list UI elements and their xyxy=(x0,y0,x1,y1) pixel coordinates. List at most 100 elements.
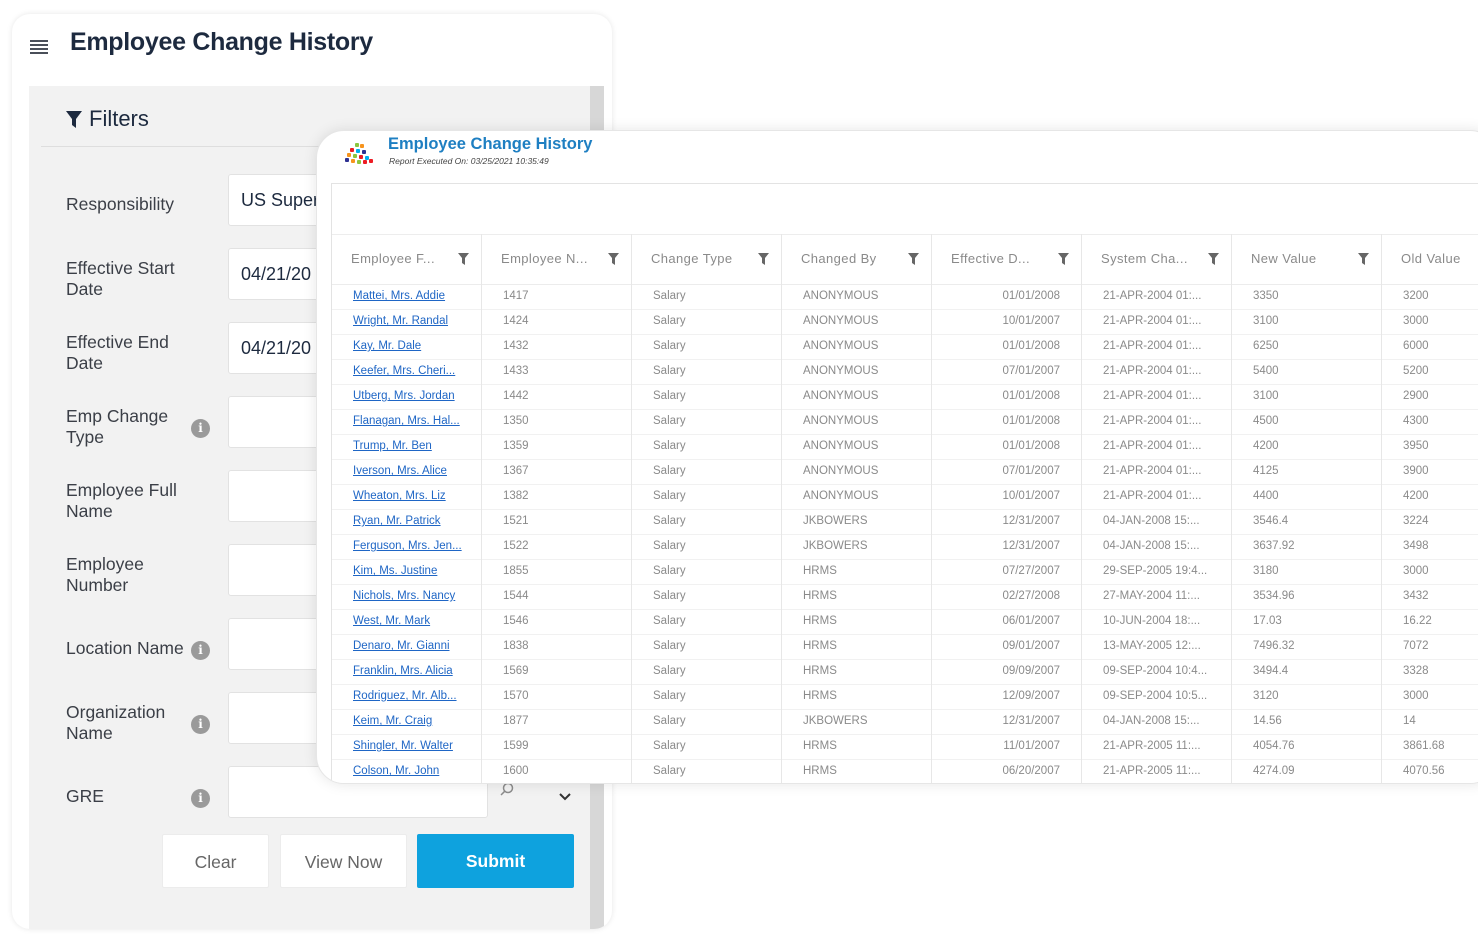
cell-employee-full-name[interactable]: West, Mr. Mark xyxy=(332,609,482,634)
chevron-down-icon[interactable] xyxy=(558,792,572,802)
app-logo-icon xyxy=(345,141,379,165)
hamburger-menu-icon[interactable] xyxy=(30,40,48,54)
cell-employee-full-name[interactable]: Wheaton, Mrs. Liz xyxy=(332,484,482,509)
info-icon[interactable]: i xyxy=(191,419,210,438)
cell-system-change-date: 21-APR-2004 01:... xyxy=(1082,484,1232,509)
info-icon[interactable]: i xyxy=(191,715,210,734)
cell-employee-number: 1442 xyxy=(482,384,632,409)
cell-new-value: 3180 xyxy=(1232,559,1382,584)
cell-effective-date: 12/09/2007 xyxy=(932,684,1082,709)
info-icon[interactable]: i xyxy=(191,641,210,660)
cell-employee-full-name[interactable]: Trump, Mr. Ben xyxy=(332,434,482,459)
cell-change-type: Salary xyxy=(632,284,782,309)
cell-old-value: 3224 xyxy=(1382,509,1478,534)
cell-employee-full-name[interactable]: Colson, Mr. John xyxy=(332,759,482,783)
cell-new-value: 4274.09 xyxy=(1232,759,1382,783)
cell-new-value: 3637.92 xyxy=(1232,534,1382,559)
cell-employee-full-name[interactable]: Keefer, Mrs. Cheri... xyxy=(332,359,482,384)
column-header-effective-date[interactable]: Effective D... xyxy=(932,234,1082,284)
column-filter-icon[interactable] xyxy=(1358,253,1369,265)
cell-employee-full-name[interactable]: Denaro, Mr. Gianni xyxy=(332,634,482,659)
cell-employee-number: 1599 xyxy=(482,734,632,759)
cell-employee-full-name[interactable]: Ryan, Mr. Patrick xyxy=(332,509,482,534)
cell-employee-full-name[interactable]: Kay, Mr. Dale xyxy=(332,334,482,359)
table-row: Kay, Mr. Dale 1432 Salary ANONYMOUS 01/01/20… xyxy=(332,334,1478,360)
cell-effective-date: 09/09/2007 xyxy=(932,659,1082,684)
cell-system-change-date: 04-JAN-2008 15:... xyxy=(1082,534,1232,559)
cell-system-change-date: 21-APR-2004 01:... xyxy=(1082,409,1232,434)
cell-effective-date: 01/01/2008 xyxy=(932,284,1082,309)
cell-system-change-date: 21-APR-2004 01:... xyxy=(1082,384,1232,409)
column-header-label: Change Type xyxy=(651,251,733,266)
report-grid-container: Employee F... Employee N... Change Type Cha… xyxy=(331,183,1478,783)
cell-new-value: 4400 xyxy=(1232,484,1382,509)
cell-old-value: 3861.68 xyxy=(1382,734,1478,759)
cell-new-value: 4200 xyxy=(1232,434,1382,459)
cell-old-value: 3328 xyxy=(1382,659,1478,684)
column-filter-icon[interactable] xyxy=(758,253,769,265)
cell-new-value: 3546.4 xyxy=(1232,509,1382,534)
clear-button[interactable]: Clear xyxy=(162,834,269,888)
cell-employee-number: 1877 xyxy=(482,709,632,734)
table-row: Shingler, Mr. Walter 1599 Salary HRMS 11/01/… xyxy=(332,734,1478,760)
cell-changed-by: HRMS xyxy=(782,609,932,634)
cell-employee-full-name[interactable]: Flanagan, Mrs. Hal... xyxy=(332,409,482,434)
column-filter-icon[interactable] xyxy=(908,253,919,265)
cell-employee-full-name[interactable]: Ferguson, Mrs. Jen... xyxy=(332,534,482,559)
column-filter-icon[interactable] xyxy=(608,253,619,265)
cell-changed-by: HRMS xyxy=(782,759,932,783)
cell-employee-full-name[interactable]: Iverson, Mrs. Alice xyxy=(332,459,482,484)
table-row: Colson, Mr. John 1600 Salary HRMS 06/20/2007… xyxy=(332,759,1478,783)
cell-old-value: 3200 xyxy=(1382,284,1478,309)
cell-effective-date: 10/01/2007 xyxy=(932,309,1082,334)
column-header-new-value[interactable]: New Value xyxy=(1232,234,1382,284)
cell-effective-date: 06/01/2007 xyxy=(932,609,1082,634)
column-header-change-type[interactable]: Change Type xyxy=(632,234,782,284)
column-header-changed-by[interactable]: Changed By xyxy=(782,234,932,284)
cell-old-value: 6000 xyxy=(1382,334,1478,359)
view-now-button[interactable]: View Now xyxy=(280,834,407,888)
cell-employee-full-name[interactable]: Rodriguez, Mr. Alb... xyxy=(332,684,482,709)
cell-changed-by: ANONYMOUS xyxy=(782,384,932,409)
table-row: West, Mr. Mark 1546 Salary HRMS 06/01/2007 10… xyxy=(332,609,1478,635)
cell-system-change-date: 21-APR-2005 11:... xyxy=(1082,734,1232,759)
cell-employee-full-name[interactable]: Wright, Mr. Randal xyxy=(332,309,482,334)
column-header-old-value[interactable]: Old Value xyxy=(1382,234,1478,284)
cell-system-change-date: 09-SEP-2004 10:5... xyxy=(1082,684,1232,709)
cell-employee-number: 1521 xyxy=(482,509,632,534)
cell-employee-full-name[interactable]: Franklin, Mrs. Alicia xyxy=(332,659,482,684)
cell-system-change-date: 21-APR-2004 01:... xyxy=(1082,359,1232,384)
cell-employee-full-name[interactable]: Kim, Ms. Justine xyxy=(332,559,482,584)
cell-system-change-date: 21-APR-2004 01:... xyxy=(1082,459,1232,484)
cell-old-value: 7072 xyxy=(1382,634,1478,659)
cell-effective-date: 01/01/2008 xyxy=(932,334,1082,359)
column-filter-icon[interactable] xyxy=(1208,253,1219,265)
column-header-employee-number[interactable]: Employee N... xyxy=(482,234,632,284)
cell-employee-number: 1424 xyxy=(482,309,632,334)
cell-new-value: 3120 xyxy=(1232,684,1382,709)
info-icon[interactable]: i xyxy=(191,789,210,808)
cell-changed-by: ANONYMOUS xyxy=(782,434,932,459)
cell-employee-number: 1432 xyxy=(482,334,632,359)
column-filter-icon[interactable] xyxy=(458,253,469,265)
search-icon[interactable] xyxy=(499,782,515,798)
cell-employee-full-name[interactable]: Mattei, Mrs. Addie xyxy=(332,284,482,309)
cell-effective-date: 06/20/2007 xyxy=(932,759,1082,783)
filter-label-location-name: Location Name xyxy=(66,638,184,658)
cell-employee-full-name[interactable]: Shingler, Mr. Walter xyxy=(332,734,482,759)
cell-employee-full-name[interactable]: Utberg, Mrs. Jordan xyxy=(332,384,482,409)
submit-button[interactable]: Submit xyxy=(417,834,574,888)
column-header-system-change-date[interactable]: System Cha... xyxy=(1082,234,1232,284)
cell-change-type: Salary xyxy=(632,434,782,459)
grid-header: Employee F... Employee N... Change Type Cha… xyxy=(332,234,1478,285)
report-title: Employee Change History xyxy=(388,135,593,153)
cell-system-change-date: 21-APR-2004 01:... xyxy=(1082,309,1232,334)
column-filter-icon[interactable] xyxy=(1058,253,1069,265)
cell-change-type: Salary xyxy=(632,609,782,634)
column-header-employee-full-name[interactable]: Employee F... xyxy=(332,234,482,284)
cell-employee-full-name[interactable]: Nichols, Mrs. Nancy xyxy=(332,584,482,609)
cell-effective-date: 12/31/2007 xyxy=(932,534,1082,559)
cell-change-type: Salary xyxy=(632,384,782,409)
cell-employee-full-name[interactable]: Keim, Mr. Craig xyxy=(332,709,482,734)
table-row: Mattei, Mrs. Addie 1417 Salary ANONYMOUS 01/… xyxy=(332,284,1478,310)
